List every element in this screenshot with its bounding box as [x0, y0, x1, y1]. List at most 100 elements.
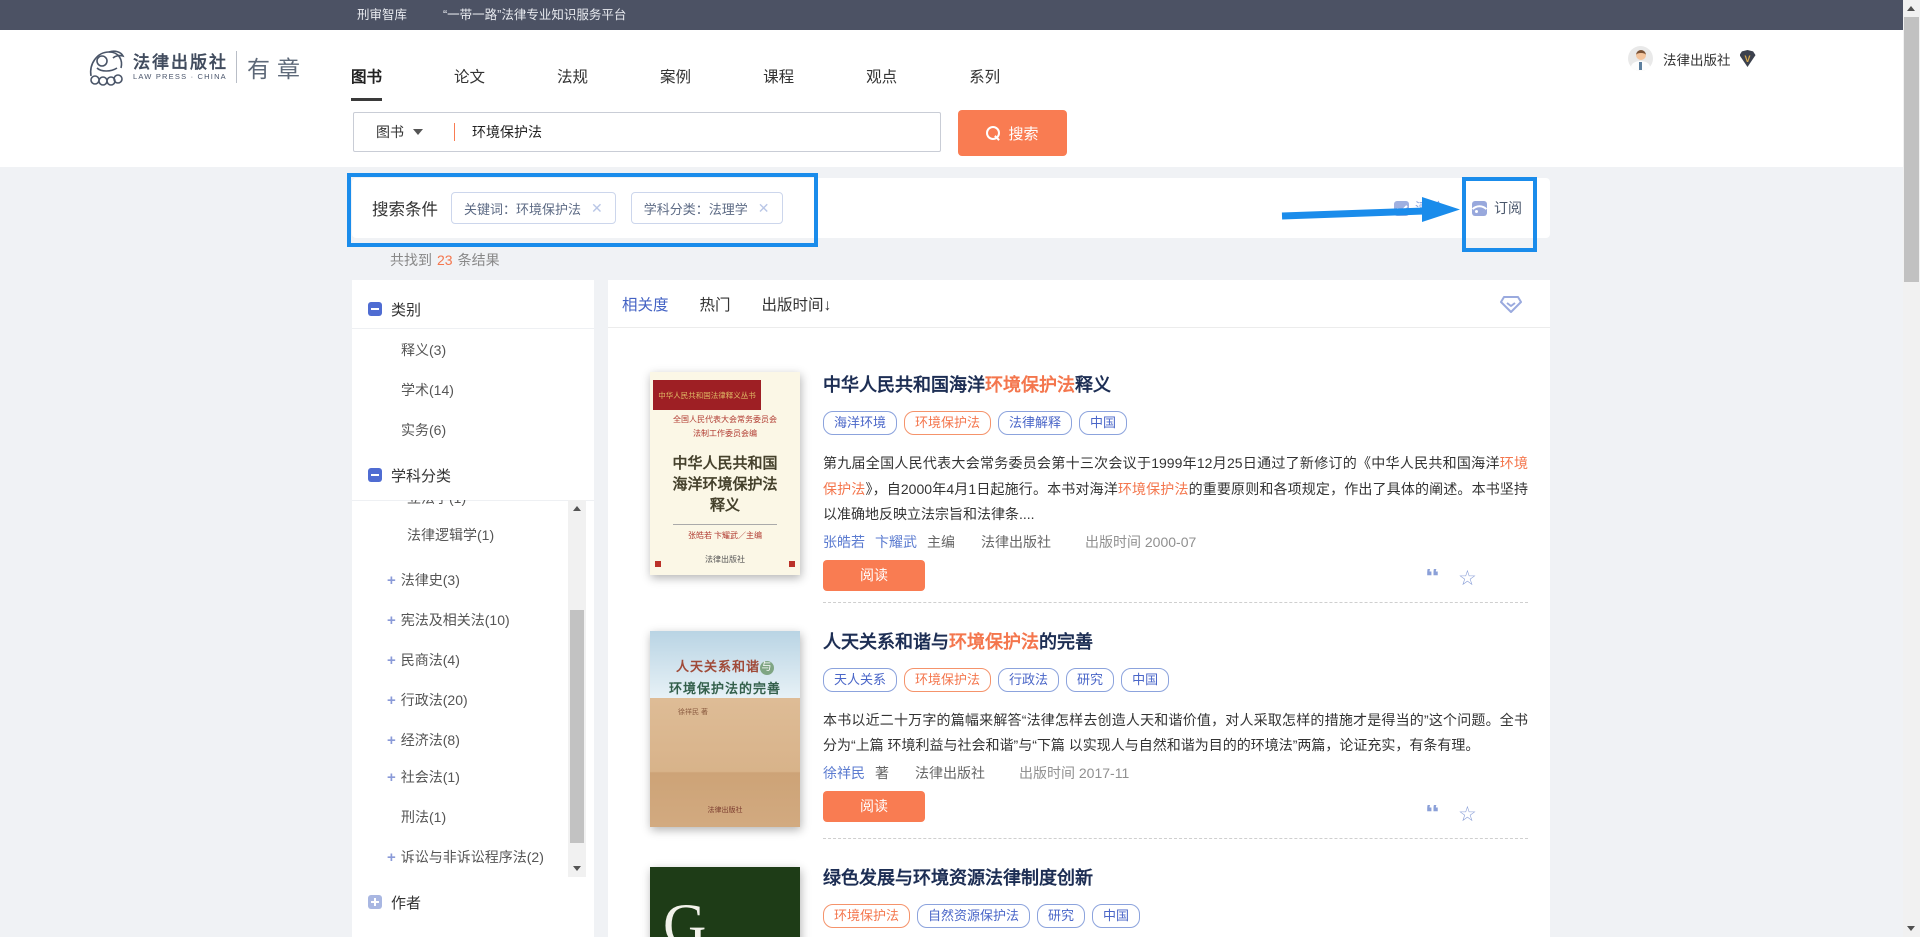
gem-filter-icon[interactable] [1500, 295, 1522, 314]
top-utility-bar: 刑审智库 “一带一路”法律专业知识服务平台 [0, 0, 1903, 30]
sidebar-item[interactable]: +行政法(20) [387, 690, 468, 710]
result-tag[interactable]: 中国 [1079, 411, 1127, 435]
sidebar-item[interactable]: 法律逻辑学(1) [407, 525, 494, 545]
result-tag[interactable]: 中国 [1092, 904, 1140, 928]
result-tag[interactable]: 自然资源保护法 [917, 904, 1030, 928]
subscribe-button[interactable]: 订阅 [1465, 198, 1522, 218]
plus-square-icon[interactable] [368, 895, 382, 909]
sidebar-scrollbar[interactable] [568, 500, 586, 877]
plus-icon[interactable]: + [387, 572, 396, 589]
nav-tab-论文[interactable]: 论文 [454, 65, 485, 101]
search-scope-dropdown[interactable]: 图书 [354, 122, 454, 142]
result-tag[interactable]: 研究 [1066, 668, 1114, 692]
sidebar-item[interactable]: +法律史(3) [387, 570, 460, 590]
site-logo[interactable]: 法律出版社 LAW PRESS · CHINA 有章 [85, 46, 307, 88]
sidebar-item[interactable]: +诉讼与非诉讼程序法(2) [387, 847, 544, 867]
search-icon [986, 126, 1000, 140]
result-tag[interactable]: 环境保护法 [904, 411, 991, 435]
clear-button[interactable]: 清除 [1388, 198, 1443, 218]
result-title[interactable]: 人天关系和谐与环境保护法的完善 [823, 631, 1528, 653]
sidebar-item[interactable]: 实务(6) [387, 420, 446, 440]
result-list: 中华人民共和国法律释义丛书全国人民代表大会常务委员会法制工作委员会编中华人民共和… [608, 328, 1550, 937]
condition-tag[interactable]: 学科分类：法理学✕ [631, 192, 783, 224]
star-favorite-icon[interactable]: ☆ [1458, 804, 1477, 825]
sort-tab-热门[interactable]: 热门 [700, 293, 731, 315]
result-title[interactable]: 中华人民共和国海洋环境保护法释义 [823, 374, 1528, 396]
author-link[interactable]: 徐祥民 [823, 765, 865, 781]
user-name: 法律出版社 [1663, 49, 1731, 69]
sort-tabs: 相关度 热门 出版时间↓ [622, 293, 862, 315]
result-description: 第九届全国人民代表大会常务委员会第十三次会议于1999年12月25日通过了新修订… [823, 451, 1528, 528]
result-tag[interactable]: 海洋环境 [823, 411, 897, 435]
result-item: 人天关系和谐与环境保护法的完善徐祥民 著法律出版社 人天关系和谐与环境保护法的完善… [608, 603, 1550, 839]
result-tag[interactable]: 环境保护法 [904, 668, 991, 692]
scrollbar-thumb[interactable] [1904, 17, 1919, 282]
sidebar-item[interactable]: +经济法(8) [387, 730, 460, 750]
result-item: G 绿色发展与环境资源法律制度创新环境保护法自然资源保护法研究中国 [608, 839, 1550, 937]
plus-icon[interactable]: + [387, 692, 396, 709]
sidebar-item[interactable]: +民商法(4) [387, 650, 460, 670]
nav-tab-系列[interactable]: 系列 [969, 65, 1000, 101]
condition-tag[interactable]: 关键词：环境保护法✕ [451, 192, 616, 224]
star-favorite-icon[interactable]: ☆ [1458, 568, 1477, 589]
nav-tab-法规[interactable]: 法规 [557, 65, 588, 101]
sidebar-item[interactable]: 释义(3) [387, 340, 446, 360]
book-cover[interactable]: G [650, 867, 800, 937]
result-tag[interactable]: 天人关系 [823, 668, 897, 692]
result-tag[interactable]: 行政法 [998, 668, 1059, 692]
clear-icon [1394, 201, 1409, 216]
plus-icon[interactable]: + [387, 769, 396, 786]
nav-tab-案例[interactable]: 案例 [660, 65, 691, 101]
author-link[interactable]: 张皓若 [823, 534, 865, 550]
book-cover[interactable]: 中华人民共和国法律释义丛书全国人民代表大会常务委员会法制工作委员会编中华人民共和… [650, 372, 800, 575]
read-button[interactable]: 阅读 [823, 791, 925, 822]
book-cover[interactable]: 人天关系和谐与环境保护法的完善徐祥民 著法律出版社 [650, 631, 800, 827]
plus-icon[interactable]: + [387, 612, 396, 629]
plus-icon[interactable]: + [387, 732, 396, 749]
result-count-number: 23 [437, 252, 453, 268]
read-button[interactable]: 阅读 [823, 560, 925, 591]
nav-tab-图书[interactable]: 图书 [351, 65, 382, 101]
logo-divider [236, 51, 237, 83]
result-tag[interactable]: 研究 [1037, 904, 1085, 928]
search-box: 图书 [353, 112, 941, 152]
site-header: 法律出版社 LAW PRESS · CHINA 有章 图书 论文 法规 案例 课程 观点 系… [0, 30, 1903, 167]
topbar-link-0[interactable]: 刑审智库 [357, 0, 407, 30]
close-icon[interactable]: ✕ [758, 200, 770, 217]
author-link[interactable]: 卞耀武 [875, 534, 917, 550]
result-meta: 张皓若卞耀武主编法律出版社出版时间 2000-07 [823, 532, 1528, 552]
sidebar-item[interactable]: 刑法(1) [387, 807, 446, 827]
result-description: 本书以近二十万字的篇幅来解答“法律怎样去创造人天和谐价值，对人采取怎样的措施才是… [823, 708, 1528, 759]
result-tag[interactable]: 法律解释 [998, 411, 1072, 435]
result-title[interactable]: 绿色发展与环境资源法律制度创新 [823, 867, 1528, 889]
user-account[interactable]: 法律出版社 V [1628, 46, 1756, 71]
quote-icon[interactable]: “ [1425, 569, 1440, 587]
sidebar-item[interactable]: 立法学(1) [407, 500, 466, 508]
plus-icon[interactable]: + [387, 849, 396, 866]
sort-tab-出版时间↓[interactable]: 出版时间↓ [762, 293, 832, 315]
rss-icon [1472, 201, 1487, 216]
nav-tab-课程[interactable]: 课程 [763, 65, 794, 101]
scroll-up-arrow-icon[interactable] [1907, 6, 1915, 11]
sidebar-item[interactable]: +宪法及相关法(10) [387, 610, 510, 630]
minus-square-icon[interactable] [368, 468, 382, 482]
page-scrollbar[interactable] [1903, 0, 1920, 937]
divider [352, 328, 594, 329]
quote-icon[interactable]: “ [1425, 805, 1440, 823]
close-icon[interactable]: ✕ [591, 200, 603, 217]
nav-tab-观点[interactable]: 观点 [866, 65, 897, 101]
plus-icon[interactable]: + [387, 652, 396, 669]
sidebar-item[interactable]: +社会法(1) [387, 767, 460, 787]
minus-square-icon[interactable] [368, 302, 382, 316]
search-input[interactable] [455, 124, 940, 140]
scroll-down-arrow-icon[interactable] [1907, 926, 1915, 931]
sort-tab-相关度[interactable]: 相关度 [622, 293, 669, 315]
result-item: 中华人民共和国法律释义丛书全国人民代表大会常务委员会法制工作委员会编中华人民共和… [608, 346, 1550, 603]
sidebar-item[interactable]: 学术(14) [387, 380, 454, 400]
result-meta: 徐祥民著法律出版社出版时间 2017-11 [823, 763, 1528, 783]
result-tag[interactable]: 中国 [1121, 668, 1169, 692]
search-button[interactable]: 搜索 [958, 110, 1067, 156]
topbar-link-1[interactable]: “一带一路”法律专业知识服务平台 [443, 0, 626, 30]
logo-name: 法律出版社 [133, 53, 228, 72]
result-tag[interactable]: 环境保护法 [823, 904, 910, 928]
